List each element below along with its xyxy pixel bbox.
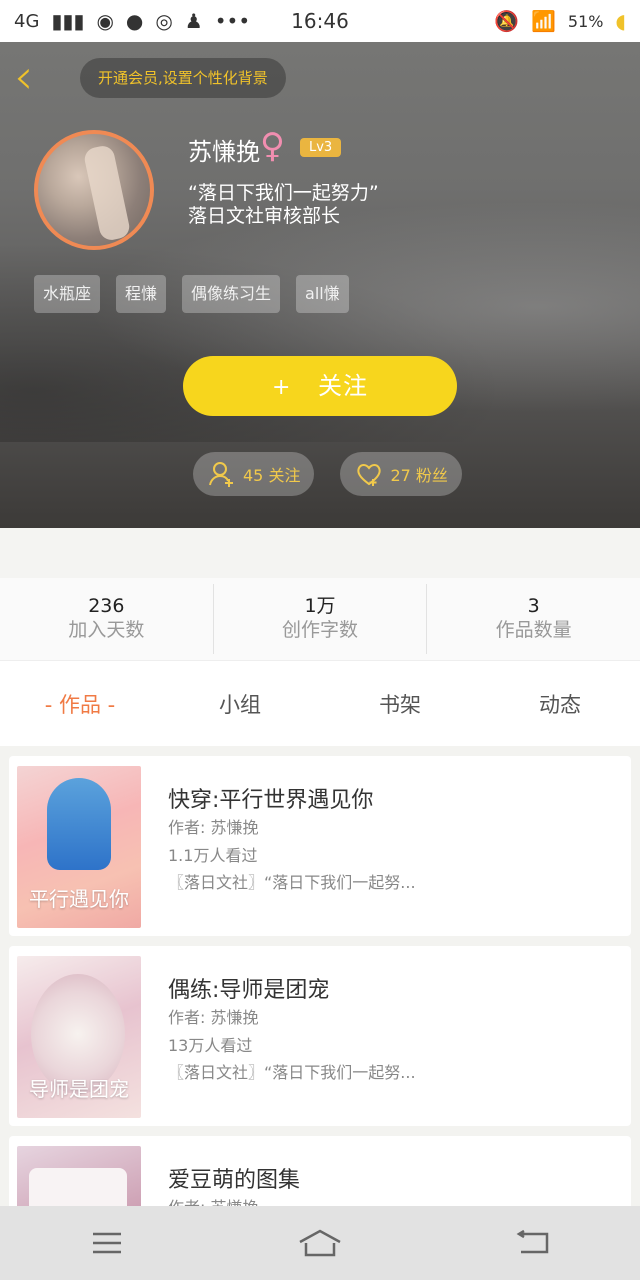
following-pill[interactable]: 45 关注 bbox=[193, 452, 315, 496]
avatar[interactable] bbox=[34, 130, 154, 250]
profile-page: 4G ▮▮▮ ◉ ● ◎ ♟ ••• 16:46 🔕 📶 51% ◖ ‹ 开通会… bbox=[0, 0, 640, 1280]
tag-item: 程慊 bbox=[116, 275, 167, 313]
follow-label: 关注 bbox=[318, 372, 369, 400]
work-views: 13万人看过 bbox=[168, 1036, 253, 1055]
work-description: 〖落日文社〗“落日下我们一起努... bbox=[168, 873, 416, 892]
work-card[interactable]: 爱豆萌的图集 作者: 苏慊挽 bbox=[9, 1136, 631, 1206]
work-title: 偶练:导师是团宠 bbox=[168, 978, 330, 1003]
stat-label: 创作字数 bbox=[282, 619, 359, 641]
tag-item: all慊 bbox=[296, 275, 349, 313]
work-views: 1.1万人看过 bbox=[168, 846, 258, 865]
menu-button[interactable] bbox=[78, 1223, 136, 1263]
work-author: 作者: 苏慊挽 bbox=[168, 1194, 258, 1206]
stats-bar: 236 加入天数 1万 创作字数 3 作品数量 bbox=[0, 578, 640, 660]
cover-title: 导师是团宠 bbox=[29, 1077, 129, 1101]
user-add-icon bbox=[209, 462, 233, 487]
vip-background-tip[interactable]: 开通会员,设置个性化背景 bbox=[80, 58, 286, 98]
works-list: 平行遇见你 快穿:平行世界遇见你 作者: 苏慊挽 1.1万人看过 〖落日文社〗“… bbox=[0, 746, 640, 1206]
stat-value: 1万 bbox=[304, 595, 336, 617]
work-title: 爱豆萌的图集 bbox=[168, 1168, 301, 1193]
battery-label: 51% bbox=[567, 11, 604, 31]
home-button[interactable] bbox=[291, 1223, 349, 1263]
profile-header: ‹ 开通会员,设置个性化背景 苏慊挽 ♀ Lv3 “落日下我们一起努力” 落日文… bbox=[0, 42, 640, 528]
work-description: 〖落日文社〗“落日下我们一起努... bbox=[168, 1063, 416, 1082]
tab-groups[interactable]: 小组 bbox=[160, 689, 320, 719]
work-author: 作者: 苏慊挽 bbox=[168, 1008, 259, 1027]
stat-label: 加入天数 bbox=[68, 619, 145, 641]
status-bar: 4G ▮▮▮ ◉ ● ◎ ♟ ••• 16:46 🔕 📶 51% ◖ bbox=[0, 0, 640, 42]
female-icon: ♀ bbox=[260, 126, 285, 166]
motto-line-1: “落日下我们一起努力” bbox=[188, 182, 379, 204]
book-cover: 平行遇见你 bbox=[17, 766, 141, 928]
menu-icon bbox=[92, 1232, 121, 1254]
back-nav-button[interactable] bbox=[504, 1223, 562, 1263]
tag-list: 水瓶座 程慊 偶像练习生 all慊 bbox=[34, 275, 349, 313]
stat-value: 236 bbox=[88, 595, 125, 617]
following-count: 45 关注 bbox=[243, 466, 301, 485]
stat-works: 3 作品数量 bbox=[427, 584, 640, 654]
fans-count: 27 粉丝 bbox=[390, 466, 448, 485]
social-counts: 45 关注 27 粉丝 bbox=[193, 452, 462, 496]
mute-icon: 🔕 bbox=[494, 9, 519, 33]
book-cover bbox=[17, 1146, 141, 1206]
system-nav-bar bbox=[0, 1206, 640, 1280]
level-badge: Lv3 bbox=[300, 138, 342, 157]
follow-button[interactable]: + 关注 bbox=[183, 356, 457, 416]
cover-title: 平行遇见你 bbox=[29, 887, 129, 911]
stat-value: 3 bbox=[527, 595, 540, 617]
fans-pill[interactable]: 27 粉丝 bbox=[340, 452, 462, 496]
tab-activity[interactable]: 动态 bbox=[480, 689, 640, 719]
heart-add-icon bbox=[357, 464, 382, 486]
wifi-icon: 📶 bbox=[530, 9, 556, 33]
home-icon bbox=[299, 1229, 341, 1257]
work-card[interactable]: 平行遇见你 快穿:平行世界遇见你 作者: 苏慊挽 1.1万人看过 〖落日文社〗“… bbox=[9, 756, 631, 936]
user-name: 苏慊挽 bbox=[188, 138, 260, 166]
tab-works[interactable]: - 作品 - bbox=[0, 689, 160, 719]
book-cover: 导师是团宠 bbox=[17, 956, 141, 1118]
work-title: 快穿:平行世界遇见你 bbox=[168, 788, 374, 813]
stat-words: 1万 创作字数 bbox=[214, 584, 428, 654]
user-motto: “落日下我们一起努力” 落日文社审核部长 bbox=[188, 182, 379, 228]
work-author: 作者: 苏慊挽 bbox=[168, 818, 259, 837]
tab-bookshelf[interactable]: 书架 bbox=[320, 689, 480, 719]
stat-days: 236 加入天数 bbox=[0, 584, 214, 654]
motto-line-2: 落日文社审核部长 bbox=[188, 205, 341, 227]
tag-item: 水瓶座 bbox=[34, 275, 101, 313]
plus-icon: + bbox=[271, 375, 292, 400]
profile-tabs: - 作品 - 小组 书架 动态 bbox=[0, 660, 640, 746]
stat-label: 作品数量 bbox=[495, 619, 572, 641]
battery-icon: ◖ bbox=[615, 9, 626, 33]
tag-item: 偶像练习生 bbox=[182, 275, 281, 313]
work-card[interactable]: 导师是团宠 偶练:导师是团宠 作者: 苏慊挽 13万人看过 〖落日文社〗“落日下… bbox=[9, 946, 631, 1126]
back-arrow-icon bbox=[516, 1229, 549, 1254]
status-right: 🔕 📶 51% ◖ bbox=[494, 9, 626, 33]
back-button[interactable]: ‹ bbox=[14, 53, 54, 101]
